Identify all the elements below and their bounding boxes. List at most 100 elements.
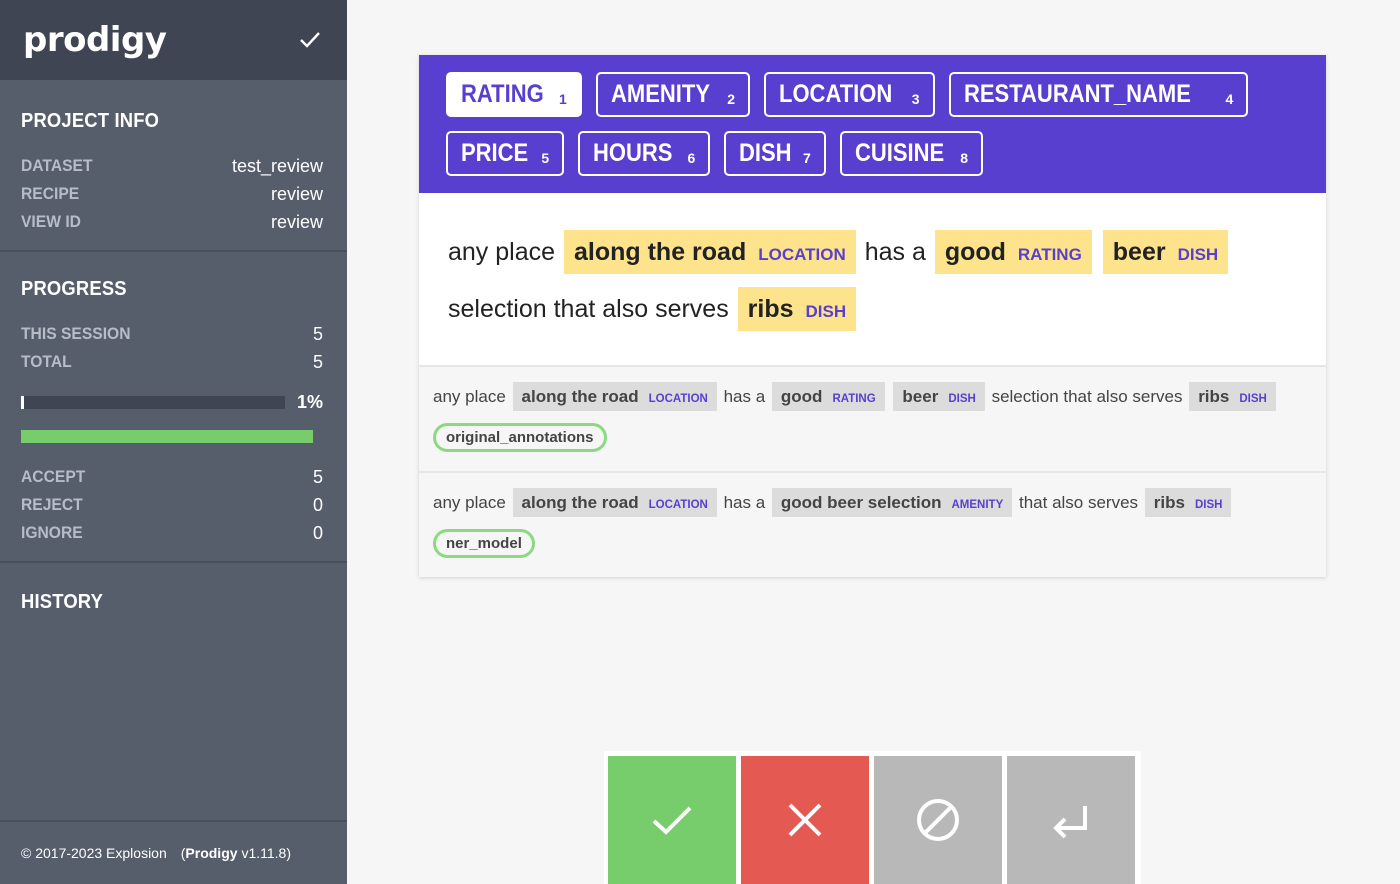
product-name: Prodigy — [185, 845, 238, 861]
label-button-location[interactable]: LOCATION 3 — [764, 72, 935, 117]
label-text: RESTAURANT_NAME — [963, 80, 1191, 108]
text-token: has a — [864, 238, 926, 266]
label-text: DISH — [739, 139, 792, 167]
progress-row-total: TOTAL 5 — [21, 348, 323, 376]
label-text: HOURS — [593, 139, 673, 167]
close-icon — [788, 803, 822, 837]
check-icon[interactable] — [297, 27, 323, 53]
project-info-section: PROJECT INFO DATASET test_review RECIPE … — [0, 80, 347, 252]
source-tag: original_annotations — [433, 423, 607, 452]
info-row-recipe: RECIPE review — [21, 180, 323, 208]
info-value: test_review — [231, 155, 323, 176]
label-button-cuisine[interactable]: CUISINE 8 — [839, 131, 984, 176]
entity-span[interactable]: good RATING — [934, 230, 1092, 274]
entity-span: ribs DISH — [1189, 382, 1276, 411]
count-row-reject: REJECT 0 — [21, 491, 323, 519]
info-value: review — [270, 211, 323, 232]
entity-span[interactable]: along the road LOCATION — [563, 230, 856, 274]
progress-key: THIS SESSION — [21, 324, 131, 343]
count-key: IGNORE — [21, 523, 83, 542]
source-tag: ner_model — [433, 529, 535, 558]
entity-span: good RATING — [771, 382, 885, 411]
version-ner-model[interactable]: any place along the road LOCATION has a g… — [419, 471, 1326, 577]
label-text: PRICE — [461, 139, 529, 167]
ignore-button[interactable] — [874, 756, 1002, 884]
progress-value: 5 — [312, 323, 323, 344]
progress-key: TOTAL — [21, 352, 72, 371]
label-shortcut: 5 — [541, 149, 550, 166]
text-token: selection that also serves — [448, 295, 729, 323]
sidebar-footer: © 2017-2023 Explosion (Prodigy v1.11.8) — [0, 820, 347, 884]
entity-text: beer — [1112, 238, 1166, 266]
text-token: has a — [723, 493, 766, 512]
entity-label: DISH — [1194, 499, 1223, 511]
label-shortcut: 3 — [911, 90, 920, 107]
label-button-rating[interactable]: RATING 1 — [446, 72, 582, 117]
entity-span[interactable]: beer DISH — [1102, 230, 1229, 274]
annotation-text[interactable]: any place along the road LOCATION has a g… — [419, 193, 1326, 365]
label-shortcut: 7 — [803, 149, 811, 166]
entity-span: good beer selection AMENITY — [771, 488, 1013, 517]
progress-bar — [21, 395, 285, 409]
info-key: RECIPE — [21, 184, 80, 203]
entity-label: DISH — [805, 302, 847, 321]
progress-section: PROGRESS THIS SESSION 5 TOTAL 5 1% ACCEP… — [0, 252, 347, 563]
label-text: CUISINE — [854, 139, 945, 167]
ignore-icon — [917, 799, 959, 841]
version-text: v1.11.8 — [241, 845, 287, 861]
accept-ratio-bar — [21, 430, 313, 443]
entity-label: DISH — [1239, 393, 1267, 405]
action-buttons — [604, 751, 1141, 884]
label-shortcut: 2 — [727, 90, 736, 107]
entity-text: good — [944, 238, 1006, 266]
progress-row-session: THIS SESSION 5 — [21, 320, 323, 348]
entity-label: RATING — [1017, 245, 1082, 264]
entity-span: along the road LOCATION — [512, 382, 717, 411]
info-value: review — [270, 183, 323, 204]
version-original-annotations[interactable]: any place along the road LOCATION has a g… — [419, 365, 1326, 471]
count-value: 0 — [312, 522, 323, 543]
count-key: ACCEPT — [21, 467, 86, 486]
entity-span[interactable]: ribs DISH — [737, 287, 857, 331]
entity-text: along the road — [521, 387, 639, 406]
info-row-dataset: DATASET test_review — [21, 152, 323, 180]
project-info-title: PROJECT INFO — [21, 110, 160, 132]
reject-button[interactable] — [741, 756, 869, 884]
text-token: that also serves — [1018, 493, 1139, 512]
label-button-price[interactable]: PRICE 5 — [446, 131, 565, 176]
label-button-dish[interactable]: DISH 7 — [724, 131, 826, 176]
label-shortcut: 8 — [960, 149, 969, 166]
entity-span: along the road LOCATION — [512, 488, 717, 517]
info-key: VIEW ID — [21, 212, 81, 231]
label-text: RATING — [461, 80, 544, 108]
entity-text: along the road — [521, 493, 639, 512]
return-icon — [1053, 806, 1087, 839]
entity-label: LOCATION — [648, 499, 708, 511]
entity-label: RATING — [832, 393, 876, 405]
progress-value: 5 — [312, 351, 323, 372]
text-token: has a — [723, 387, 766, 406]
count-value: 5 — [312, 466, 323, 487]
entity-text: along the road — [573, 238, 747, 266]
accept-button[interactable] — [608, 756, 736, 884]
info-row-view-id: VIEW ID review — [21, 208, 323, 236]
info-key: DATASET — [21, 156, 93, 175]
label-button-amenity[interactable]: AMENITY 2 — [595, 72, 751, 117]
progress-bar-row: 1% — [21, 389, 323, 415]
entity-text: ribs — [747, 295, 794, 323]
entity-label: AMENITY — [951, 499, 1004, 511]
entity-text: ribs — [1198, 387, 1230, 406]
sidebar-header: prodigy — [0, 0, 347, 80]
annotation-card: RATING 1 AMENITY 2 LOCATION 3 RESTAURANT_NA… — [419, 55, 1326, 577]
label-shortcut: 1 — [558, 90, 567, 107]
label-bar: RATING 1 AMENITY 2 LOCATION 3 RESTAURANT_NA… — [419, 55, 1326, 193]
undo-button[interactable] — [1007, 756, 1135, 884]
text-token: any place — [433, 493, 506, 512]
version-text: any place along the road LOCATION has a g… — [433, 487, 1312, 521]
entity-text: good beer selection — [780, 493, 942, 512]
count-row-ignore: IGNORE 0 — [21, 519, 323, 547]
count-key: REJECT — [21, 495, 83, 514]
label-button-restaurant-name[interactable]: RESTAURANT_NAME 4 — [948, 72, 1249, 117]
entity-label: LOCATION — [758, 245, 846, 264]
label-button-hours[interactable]: HOURS 6 — [578, 131, 711, 176]
